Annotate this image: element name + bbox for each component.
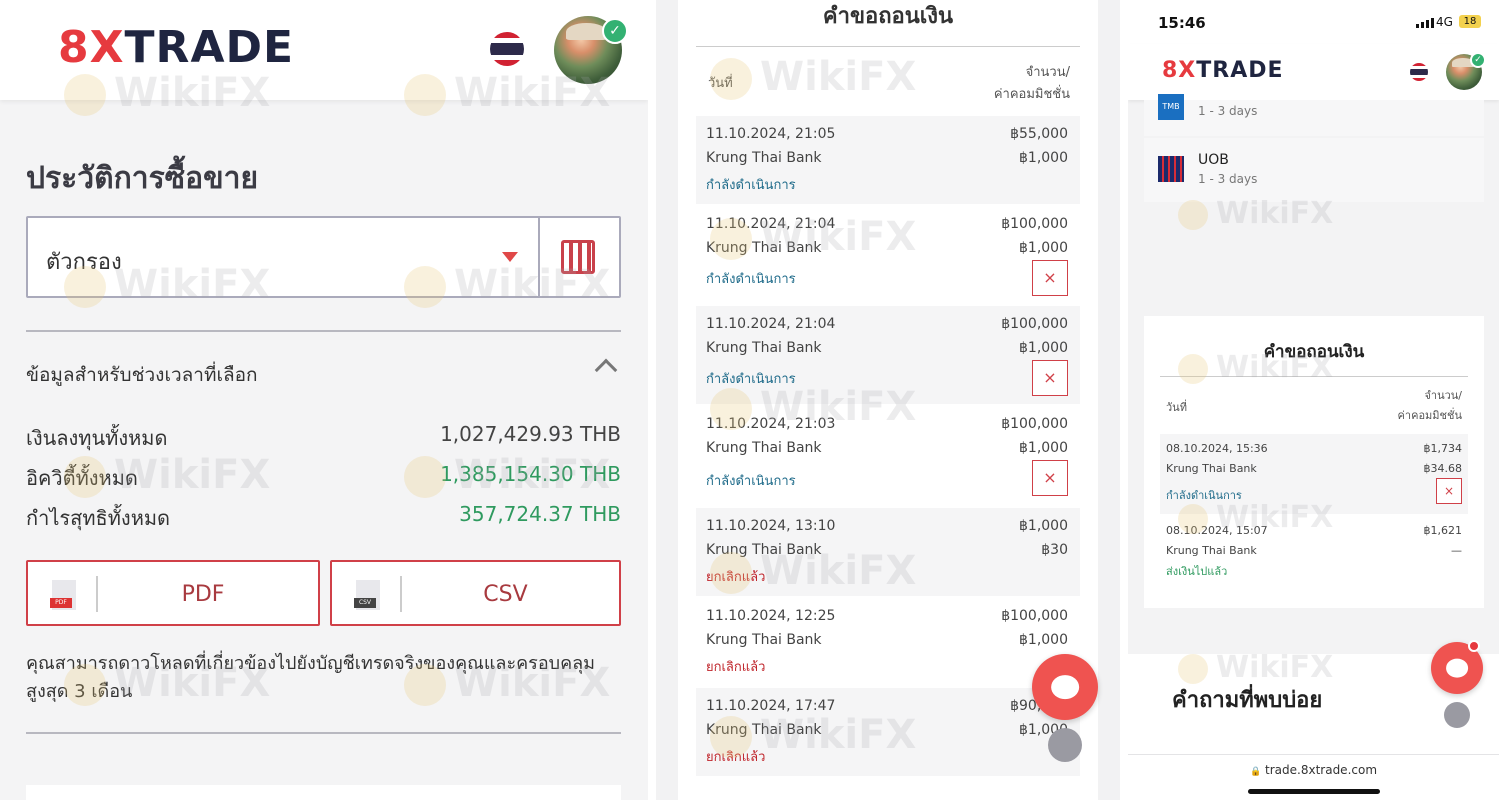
content-card bbox=[26, 785, 621, 800]
signal-icon bbox=[1416, 18, 1434, 28]
stat-value: 1,385,154.30 THB bbox=[440, 462, 621, 486]
divider bbox=[696, 46, 1080, 47]
app-header: 8XTRADE ✓ bbox=[0, 0, 648, 100]
lock-icon: 🔒 bbox=[1249, 767, 1262, 777]
withdrawal-row: 11.10.2024, 17:47 Krung Thai Bank ยกเลิก… bbox=[696, 688, 1080, 776]
status-badge: กำลังดำเนินการ bbox=[706, 372, 796, 387]
withdrawal-row: 11.10.2024, 21:03 Krung Thai Bank กำลังด… bbox=[696, 406, 1080, 504]
withdrawal-row: 11.10.2024, 21:04 Krung Thai Bank กำลังด… bbox=[696, 206, 1080, 304]
divider bbox=[1160, 376, 1468, 377]
clock: 15:46 bbox=[1158, 14, 1206, 32]
chat-bubble-icon bbox=[1051, 675, 1079, 699]
card-title: คำขอถอนเงิน bbox=[822, 4, 954, 29]
status-badge: ส่งเงินไปแล้ว bbox=[1166, 565, 1228, 578]
section-title: ข้อมูลสำหรับช่วงเวลาที่เลือก bbox=[26, 364, 258, 386]
calendar-icon[interactable] bbox=[561, 240, 595, 274]
url-text: trade.8xtrade.com bbox=[1265, 763, 1378, 777]
cancel-request-button[interactable]: × bbox=[1032, 460, 1068, 496]
status-badge: ยกเลิกแล้ว bbox=[706, 570, 766, 585]
battery-icon: 18 bbox=[1459, 15, 1481, 28]
cancel-request-button[interactable]: × bbox=[1032, 260, 1068, 296]
caret-down-icon bbox=[502, 252, 518, 262]
trading-history-screen: 8XTRADE ✓ ประวัติการซื้อขาย ตัวกรอง ข้อม… bbox=[0, 0, 648, 800]
divider bbox=[538, 218, 540, 296]
column-header-date: วันที่ bbox=[708, 76, 733, 91]
thai-flag-icon[interactable] bbox=[490, 32, 524, 66]
cancel-request-button[interactable]: × bbox=[1032, 360, 1068, 396]
divider bbox=[26, 330, 621, 332]
bank-option-uob[interactable]: UOB 1 - 3 days bbox=[1144, 138, 1484, 202]
thai-flag-icon[interactable] bbox=[1410, 63, 1428, 81]
status-bar: 15:46 4G 18 bbox=[1128, 0, 1499, 44]
faq-title[interactable]: คำถามที่พบบ่อย bbox=[1172, 682, 1322, 717]
stat-label: เงินลงทุนทั้งหมด bbox=[26, 426, 168, 450]
column-header-amount: จำนวน/ ค่าคอมมิชชั่น bbox=[1397, 389, 1462, 422]
brand-logo[interactable]: 8XTRADE bbox=[1162, 58, 1284, 83]
verified-check-icon: ✓ bbox=[1470, 52, 1486, 68]
status-badge: กำลังดำเนินการ bbox=[706, 474, 796, 489]
pdf-button-label: PDF bbox=[181, 582, 225, 607]
brand-logo[interactable]: 8XTRADE bbox=[58, 22, 294, 73]
chevron-up-icon[interactable] bbox=[594, 358, 618, 382]
bank-option-tmb[interactable]: TMB 1 - 3 days bbox=[1144, 94, 1484, 136]
chat-bubble-icon bbox=[1446, 658, 1468, 678]
withdrawal-row: 08.10.2024, 15:36 Krung Thai Bank กำลังด… bbox=[1160, 434, 1468, 514]
browser-url-bar[interactable]: 🔒 trade.8xtrade.com bbox=[1128, 754, 1499, 800]
download-note: คุณสามารถดาวโหลดที่เกี่ยวข้องไปยังบัญชีเ… bbox=[26, 653, 596, 702]
status-badge: ยกเลิกแล้ว bbox=[706, 750, 766, 765]
stat-total-equity: อิควิตี้ทั้งหมด 1,385,154.30 THB bbox=[26, 462, 621, 494]
column-header-date: วันที่ bbox=[1166, 401, 1187, 414]
divider bbox=[26, 732, 621, 734]
app-header: 8XTRADE ✓ bbox=[1128, 44, 1499, 100]
withdrawal-row: 08.10.2024, 15:07 Krung Thai Bank ส่งเงิ… bbox=[1166, 524, 1462, 578]
filter-label: ตัวกรอง bbox=[46, 250, 122, 275]
stat-value: 357,724.37 THB bbox=[459, 502, 621, 526]
verified-check-icon: ✓ bbox=[602, 18, 628, 44]
csv-download-button[interactable]: CSV CSV bbox=[330, 560, 621, 626]
status-badge: ยกเลิกแล้ว bbox=[706, 660, 766, 675]
scroll-top-button[interactable] bbox=[1444, 702, 1470, 728]
pdf-download-button[interactable]: PDF PDF bbox=[26, 560, 320, 626]
home-indicator[interactable] bbox=[1248, 789, 1380, 794]
withdrawal-requests-screen: คำขอถอนเงิน วันที่ จำนวน/ ค่าคอมมิชชั่น … bbox=[656, 0, 1120, 800]
filter-dropdown[interactable]: ตัวกรอง bbox=[26, 216, 621, 298]
mobile-withdraw-screen: 15:46 4G 18 8XTRADE ✓ TMB 1 - 3 days UOB… bbox=[1128, 0, 1499, 800]
page-title: ประวัติการซื้อขาย bbox=[26, 161, 259, 196]
chat-button[interactable] bbox=[1032, 654, 1098, 720]
status-badge: กำลังดำเนินการ bbox=[1166, 489, 1242, 502]
network-label: 4G bbox=[1436, 15, 1453, 29]
stat-label: กำไรสุทธิทั้งหมด bbox=[26, 506, 171, 530]
stat-label: อิควิตี้ทั้งหมด bbox=[26, 466, 138, 490]
cancel-request-button[interactable]: × bbox=[1436, 478, 1462, 504]
status-badge: กำลังดำเนินการ bbox=[706, 178, 796, 193]
stat-total-investment: เงินลงทุนทั้งหมด 1,027,429.93 THB bbox=[26, 422, 621, 454]
stat-net-profit: กำไรสุทธิทั้งหมด 357,724.37 THB bbox=[26, 502, 621, 534]
uob-bank-icon bbox=[1158, 156, 1184, 182]
withdrawal-row: 11.10.2024, 21:05 Krung Thai Bank กำลังด… bbox=[696, 116, 1080, 204]
scroll-top-button[interactable] bbox=[1048, 728, 1082, 762]
csv-button-label: CSV bbox=[483, 582, 528, 607]
card-title: คำขอถอนเงิน bbox=[1263, 342, 1365, 362]
column-header-amount: จำนวน/ ค่าคอมมิชชั่น bbox=[993, 65, 1070, 102]
withdrawal-row: 11.10.2024, 12:25 Krung Thai Bank ยกเลิก… bbox=[706, 608, 1068, 675]
tmb-bank-icon: TMB bbox=[1158, 94, 1184, 120]
notification-dot bbox=[1468, 640, 1480, 652]
stat-value: 1,027,429.93 THB bbox=[440, 422, 621, 446]
status-badge: กำลังดำเนินการ bbox=[706, 272, 796, 287]
withdrawal-row: 11.10.2024, 13:10 Krung Thai Bank ยกเลิก… bbox=[696, 508, 1080, 596]
withdrawal-card: คำขอถอนเงิน วันที่ จำนวน/ ค่าคอมมิชชั่น … bbox=[1144, 316, 1484, 608]
withdrawal-row: 11.10.2024, 21:04 Krung Thai Bank กำลังด… bbox=[696, 306, 1080, 404]
